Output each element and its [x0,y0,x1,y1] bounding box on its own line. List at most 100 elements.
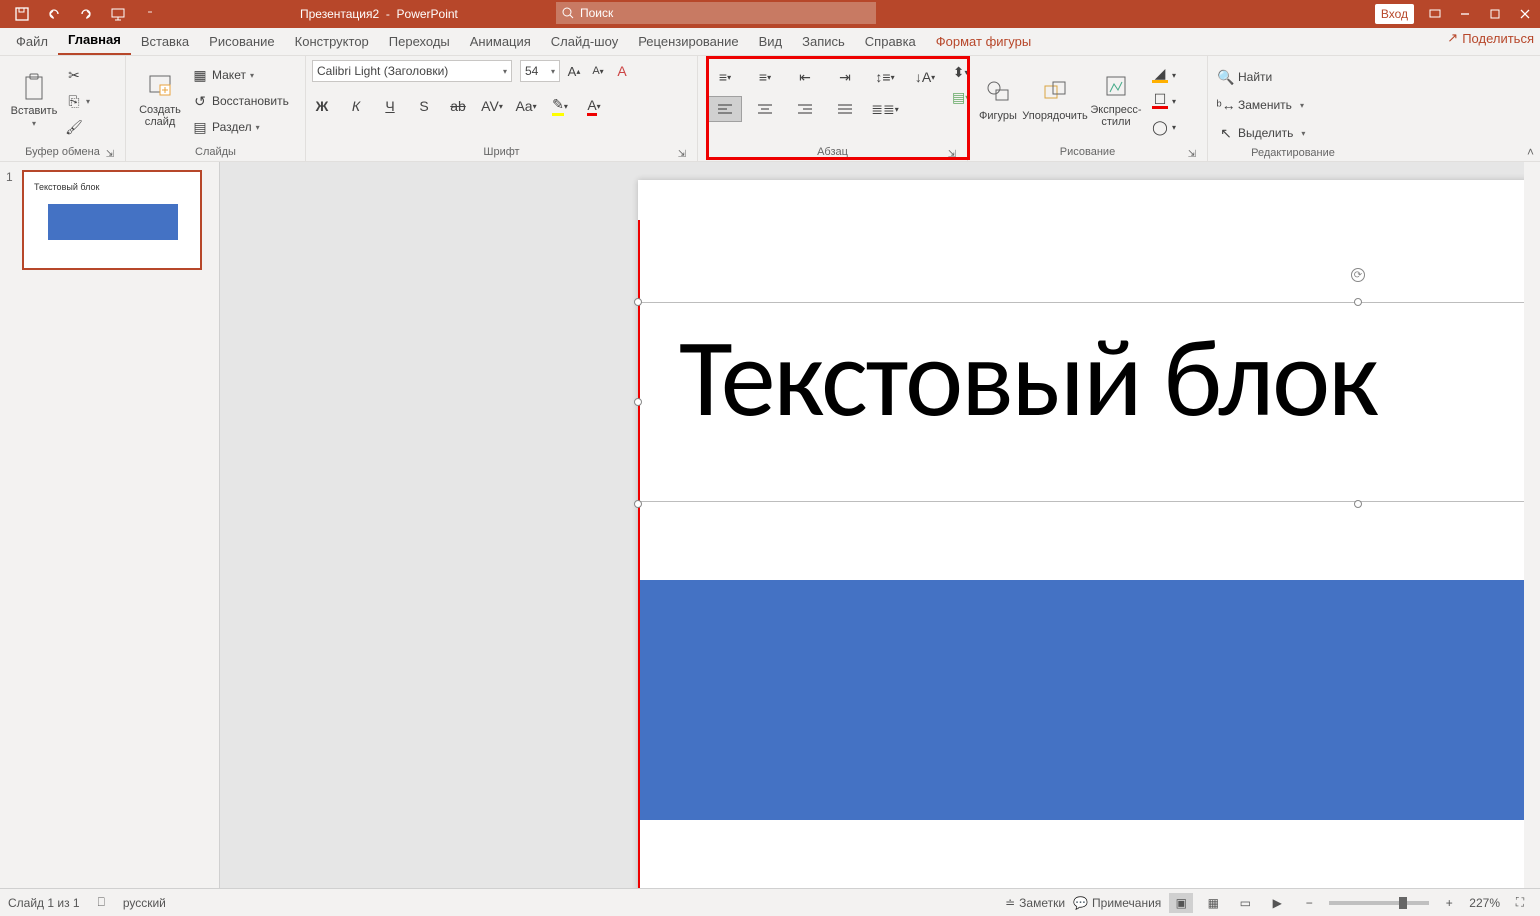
rotation-handle-icon[interactable]: ⟳ [1351,268,1365,282]
tab-insert[interactable]: Вставка [131,30,199,55]
highlight-color-button[interactable]: ✎▾ [550,96,570,116]
convert-smartart-button[interactable]: ▤▾ [952,89,969,106]
tab-slideshow[interactable]: Слайд-шоу [541,30,628,55]
comments-button[interactable]: 💬Примечания [1073,896,1161,910]
spellcheck-icon[interactable]: ⎕ [98,895,105,910]
arrange-button[interactable]: Упорядочить [1022,60,1088,138]
redo-icon[interactable] [72,2,100,26]
layout-button[interactable]: ▦Макет▾ [188,64,293,86]
shape-effects-button[interactable]: ◯▾ [1148,116,1180,138]
shape-outline-button[interactable]: ☐▾ [1148,90,1180,112]
zoom-out-icon[interactable]: − [1297,893,1321,913]
shape-fill-button[interactable]: ◢▾ [1148,64,1180,86]
title-textbox[interactable]: Текстовый блок [638,302,1540,502]
text-direction-button[interactable]: ↓A▾ [908,64,942,90]
bullets-button[interactable]: ≡▾ [708,64,742,90]
copy-button[interactable]: ⎘▾ [62,90,94,112]
notes-button[interactable]: ≐Заметки [1005,896,1065,910]
underline-button[interactable]: Ч [380,96,400,116]
ribbon-display-icon[interactable] [1420,0,1450,28]
change-case-button[interactable]: Aa▾ [516,96,536,116]
paste-button[interactable]: Вставить ▾ [6,60,62,138]
close-icon[interactable] [1510,0,1540,28]
align-right-button[interactable] [788,96,822,122]
selection-handle[interactable] [634,500,642,508]
normal-view-icon[interactable]: ▣ [1169,893,1193,913]
selection-handle[interactable] [1354,500,1362,508]
tab-file[interactable]: Файл [6,30,58,55]
tab-animations[interactable]: Анимация [460,30,541,55]
font-color-button[interactable]: A▾ [584,96,604,116]
tab-record[interactable]: Запись [792,30,855,55]
clipboard-dialog-launcher-icon[interactable]: ⇲ [105,149,115,159]
quick-styles-button[interactable]: Экспресс- стили [1088,60,1144,138]
font-size-combo[interactable]: 54▾ [520,60,560,82]
selection-handle[interactable] [634,298,642,306]
tab-home[interactable]: Главная [58,28,131,55]
align-text-button[interactable]: ⬍▾ [952,64,969,81]
paragraph-dialog-launcher-icon[interactable]: ⇲ [947,149,957,159]
qat-customize-icon[interactable]: ⁼ [136,2,164,26]
reset-button[interactable]: ↺Восстановить [188,90,293,112]
reading-view-icon[interactable]: ▭ [1233,893,1257,913]
align-center-button[interactable] [748,96,782,122]
zoom-slider[interactable] [1329,901,1429,905]
selection-handle[interactable] [634,398,642,406]
align-left-button[interactable] [708,96,742,122]
decrease-indent-button[interactable]: ⇤ [788,64,822,90]
maximize-icon[interactable] [1480,0,1510,28]
select-button[interactable]: ↖Выделить▾ [1214,122,1309,144]
share-button[interactable]: ↗ Поделиться [1447,30,1534,46]
find-button[interactable]: 🔍Найти [1214,66,1309,88]
selection-handle[interactable] [1354,298,1362,306]
justify-button[interactable] [828,96,862,122]
shapes-button[interactable]: Фигуры [974,60,1022,138]
tab-view[interactable]: Вид [749,30,793,55]
decrease-font-icon[interactable]: A▾ [588,61,608,81]
blue-rectangle-shape[interactable] [638,580,1540,820]
tab-transitions[interactable]: Переходы [379,30,460,55]
minimize-icon[interactable] [1450,0,1480,28]
shadow-button[interactable]: S [414,96,434,116]
zoom-in-icon[interactable]: + [1437,893,1461,913]
title-text[interactable]: Текстовый блок [639,303,1540,433]
font-name-combo[interactable]: Calibri Light (Заголовки)▾ [312,60,512,82]
slideshow-start-icon[interactable] [104,2,132,26]
tab-draw[interactable]: Рисование [199,30,284,55]
drawing-dialog-launcher-icon[interactable]: ⇲ [1187,149,1197,159]
thumbnail-1[interactable]: 1 Текстовый блок [6,170,213,270]
section-button[interactable]: ▤Раздел▾ [188,116,293,138]
strikethrough-button[interactable]: ab [448,96,468,116]
italic-button[interactable]: К [346,96,366,116]
bold-button[interactable]: Ж [312,96,332,116]
tab-review[interactable]: Рецензирование [628,30,748,55]
undo-icon[interactable] [40,2,68,26]
slideshow-view-icon[interactable]: ▶ [1265,893,1289,913]
language-indicator[interactable]: русский [123,896,166,910]
increase-font-icon[interactable]: A▴ [564,61,584,81]
columns-button[interactable]: ≣≣▾ [868,96,902,122]
clear-formatting-icon[interactable]: A [612,61,632,81]
format-painter-button[interactable]: 🖌 [62,116,94,138]
slide-counter[interactable]: Слайд 1 из 1 [8,896,80,910]
save-icon[interactable] [8,2,36,26]
increase-indent-button[interactable]: ⇥ [828,64,862,90]
replace-button[interactable]: ᵇ↔Заменить▾ [1214,94,1309,116]
cut-button[interactable]: ✂ [62,64,94,86]
zoom-level[interactable]: 227% [1469,896,1500,910]
vertical-scrollbar[interactable] [1524,162,1540,888]
new-slide-button[interactable]: Создать слайд [132,60,188,138]
numbering-button[interactable]: ≡▾ [748,64,782,90]
login-button[interactable]: Вход [1375,4,1414,24]
search-box[interactable]: Поиск [556,2,876,24]
line-spacing-button[interactable]: ↕≡▾ [868,64,902,90]
tab-design[interactable]: Конструктор [285,30,379,55]
tab-format-shape[interactable]: Формат фигуры [926,30,1041,55]
slide-sorter-icon[interactable]: ▦ [1201,893,1225,913]
zoom-slider-thumb[interactable] [1399,897,1407,909]
collapse-ribbon-icon[interactable]: ˄ [1527,145,1534,159]
font-dialog-launcher-icon[interactable]: ⇲ [677,149,687,159]
slide-canvas[interactable]: Текстовый блок ⟳ [220,162,1540,888]
tab-help[interactable]: Справка [855,30,926,55]
char-spacing-button[interactable]: A͏V▾ [482,96,502,116]
